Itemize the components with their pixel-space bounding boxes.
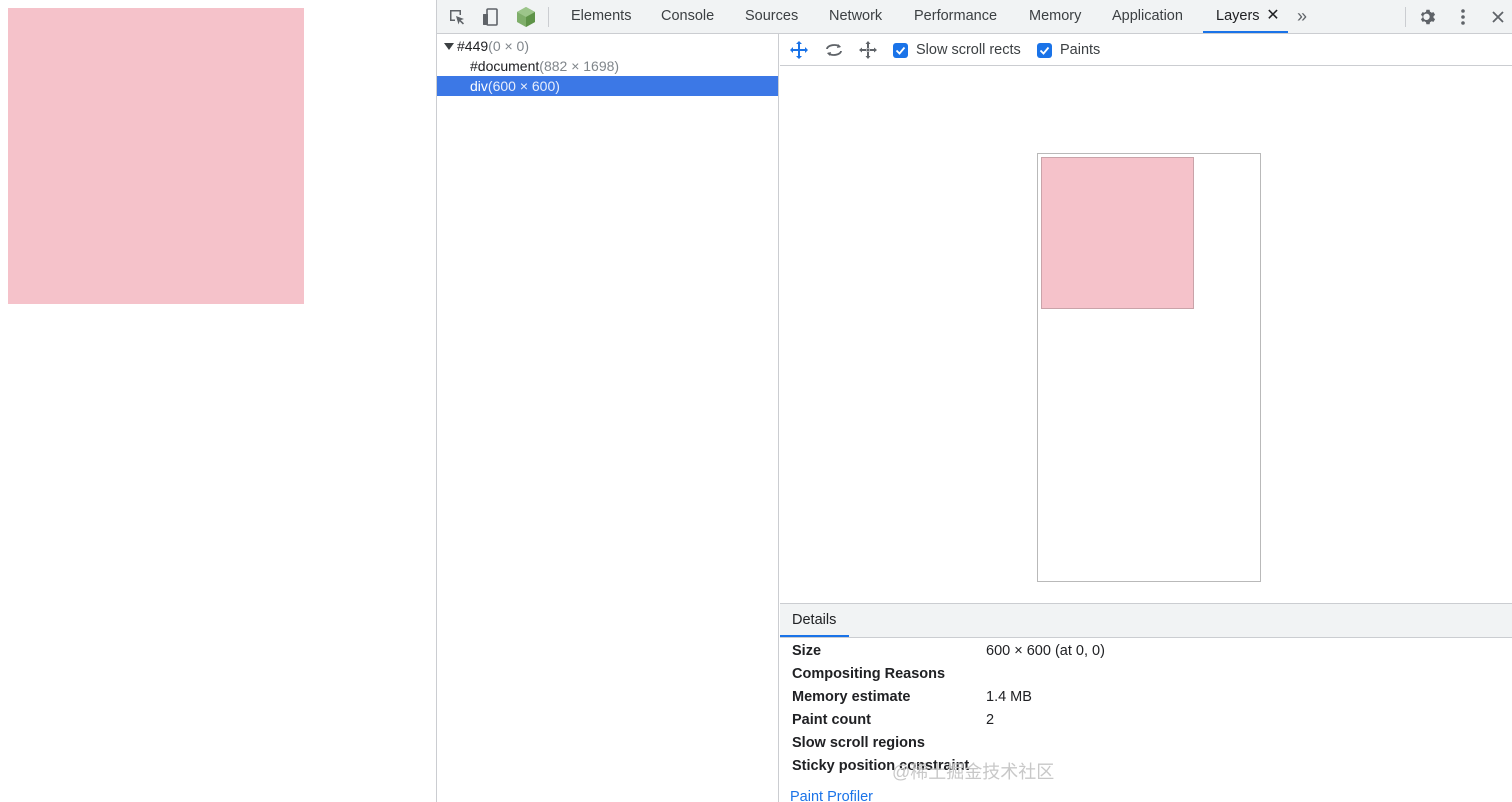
layer-tree: #449(0 × 0) #document(882 × 1698) div(60… (437, 34, 779, 802)
detail-key: Compositing Reasons (792, 666, 946, 682)
detail-key: Size (792, 643, 822, 659)
tab-details[interactable]: Details (792, 604, 836, 637)
layers-view: Slow scroll rects Paints Details Size 60… (780, 34, 1512, 802)
paint-profiler-link[interactable]: Paint Profiler (790, 789, 873, 802)
more-tabs-icon[interactable]: » (1297, 0, 1307, 33)
tab-memory[interactable]: Memory (1029, 0, 1081, 33)
detail-key: Slow scroll regions (792, 735, 925, 751)
slow-scroll-rects-checkbox[interactable] (893, 42, 908, 58)
inspected-page (0, 0, 436, 802)
tab-performance[interactable]: Performance (914, 0, 997, 33)
watermark: @稀土掘金技术社区 (892, 762, 1055, 782)
inspect-element-icon[interactable] (445, 5, 469, 29)
paints-label: Paints (1060, 42, 1101, 58)
devtools-panel: Elements Console Sources Network Perform… (436, 0, 1512, 802)
tab-elements[interactable]: Elements (571, 0, 631, 33)
device-toolbar-icon[interactable] (478, 5, 502, 29)
layer-size: (882 × 1698) (539, 58, 620, 74)
layer-name: div (470, 78, 488, 94)
tab-sources[interactable]: Sources (745, 0, 798, 33)
expand-triangle-icon[interactable] (444, 43, 454, 50)
layers-toolbar: Slow scroll rects Paints (780, 34, 1512, 66)
toolbar-divider (1405, 7, 1406, 27)
slow-scroll-rects-label: Slow scroll rects (916, 42, 1021, 58)
details-pane: Details Size 600 × 600 (at 0, 0) Composi… (780, 603, 1512, 802)
active-tab-indicator (1203, 31, 1288, 33)
layer-size: (600 × 600) (487, 78, 560, 94)
slow-scroll-rects-toggle[interactable]: Slow scroll rects (893, 40, 1021, 60)
tab-layers[interactable]: Layers (1216, 0, 1260, 33)
close-tab-icon[interactable]: ✕ (1265, 8, 1281, 24)
reset-transform-icon[interactable] (857, 39, 879, 61)
div-layer-rect[interactable] (1041, 157, 1194, 309)
more-vert-icon[interactable] (1451, 5, 1475, 29)
gear-icon[interactable] (1416, 5, 1440, 29)
layer-size: (0 × 0) (488, 38, 530, 54)
tab-console[interactable]: Console (661, 0, 714, 33)
detail-value: 2 (986, 712, 995, 728)
devtools-tabbar: Elements Console Sources Network Perform… (437, 0, 1512, 34)
tab-network[interactable]: Network (829, 0, 882, 33)
tree-row-document[interactable]: #document(882 × 1698) (437, 56, 778, 76)
node-cube-icon[interactable] (514, 5, 538, 29)
active-tab-indicator (780, 635, 849, 637)
layer-name: #document (470, 58, 540, 74)
layer-name: #449 (457, 38, 489, 54)
details-tabbar: Details (780, 604, 1512, 638)
detail-value: 1.4 MB (986, 689, 1032, 705)
paints-checkbox[interactable] (1037, 42, 1052, 58)
pink-div (8, 8, 304, 304)
tree-row-root[interactable]: #449(0 × 0) (437, 36, 778, 56)
detail-key: Paint count (792, 712, 871, 728)
detail-value: 600 × 600 (at 0, 0) (986, 643, 1105, 659)
paints-toggle[interactable]: Paints (1037, 40, 1100, 60)
toolbar-divider (548, 7, 549, 27)
pan-mode-icon[interactable] (788, 39, 810, 61)
rotate-mode-icon[interactable] (823, 39, 845, 61)
close-devtools-icon[interactable] (1486, 5, 1510, 29)
detail-key: Memory estimate (792, 689, 911, 705)
tree-row-div[interactable]: div(600 × 600) (437, 76, 778, 96)
tab-application[interactable]: Application (1112, 0, 1183, 33)
layers-3d-canvas[interactable] (780, 67, 1512, 603)
